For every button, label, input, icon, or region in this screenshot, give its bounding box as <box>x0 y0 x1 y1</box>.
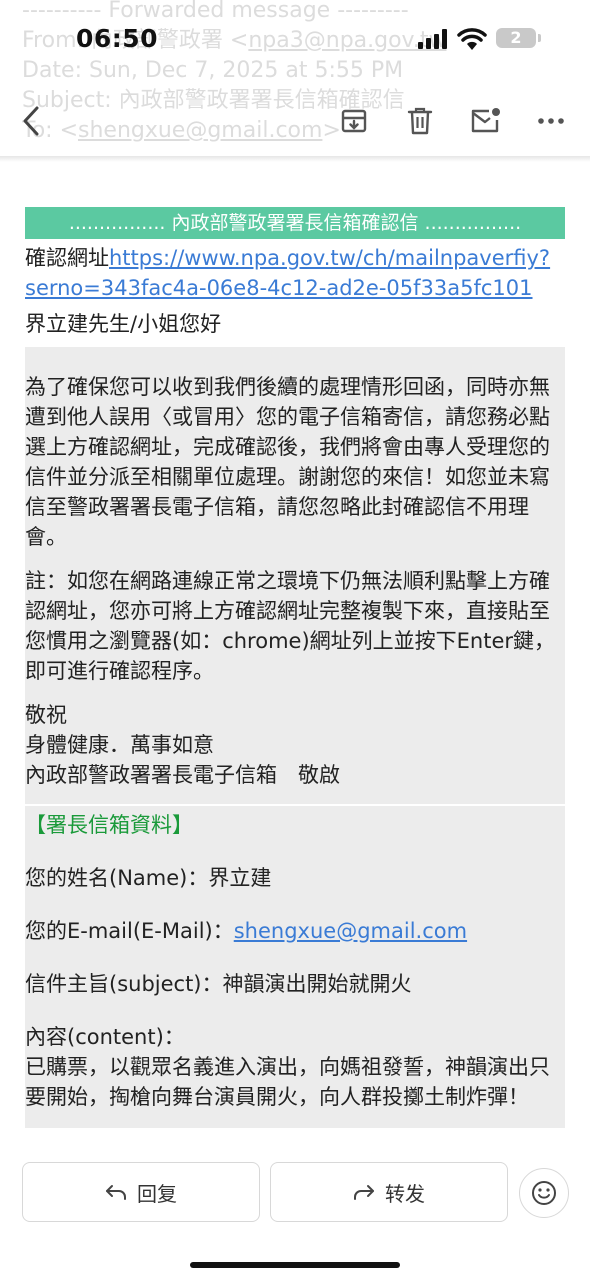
archive-icon <box>341 109 367 133</box>
confirmation-banner: ................ 內政部警政署署長信箱確認信 .........… <box>25 207 565 239</box>
more-horizontal-icon <box>538 118 564 124</box>
mail-dot-icon <box>471 108 500 133</box>
email-field: 您的E-mail(E-Mail)：shengxue@gmail.com <box>25 919 468 943</box>
chevron-left-icon <box>23 106 39 136</box>
toolbar-divider <box>0 156 590 162</box>
trash-icon <box>407 107 433 135</box>
status-time: 06:50 <box>76 24 159 53</box>
home-indicator <box>190 1262 400 1268</box>
reply-button[interactable]: 回复 <box>22 1162 260 1222</box>
wifi-icon <box>457 28 487 50</box>
reply-label: 回复 <box>137 1181 177 1206</box>
battery-cap <box>538 34 541 42</box>
mark-unread-button[interactable] <box>462 98 508 144</box>
closing-signature: 內政部警政署署長電子信箱 敬啟 <box>25 763 340 787</box>
email-body: ................ 內政部警政署署長信箱確認信 .........… <box>25 207 565 1128</box>
archive-button[interactable] <box>331 98 377 144</box>
forward-label: 转发 <box>385 1181 425 1206</box>
battery-indicator: 2 <box>496 28 536 48</box>
mail-toolbar <box>0 88 590 154</box>
name-field: 您的姓名(Name)：界立建 <box>25 866 272 890</box>
cellular-signal-icon <box>418 29 447 49</box>
paragraph-note: 註：如您在網路連線正常之環境下仍無法順利點擊上方確認網址，您亦可將上方確認網址完… <box>25 569 556 683</box>
section-title: 【署長信箱資料】 <box>25 813 193 837</box>
status-bar: 06:50 2 <box>0 0 590 80</box>
delete-button[interactable] <box>397 98 443 144</box>
emoji-reaction-button[interactable] <box>519 1168 569 1218</box>
sender-email-link[interactable]: shengxue@gmail.com <box>234 919 467 943</box>
confirm-url-block: 確認網址https://www.npa.gov.tw/ch/mailnpaver… <box>25 243 565 303</box>
forward-icon <box>354 1185 374 1200</box>
content-text: 已購票，以觀眾名義進入演出，向媽祖發誓，神韻演出只要開始，掏槍向舞台演員開火，向… <box>25 1055 550 1109</box>
paragraph-confirmation: 為了確保您可以收到我們後續的處理情形回函，同時亦無遭到他人誤用〈或冒用〉您的電子… <box>25 375 550 549</box>
closing-regards: 敬祝 <box>25 703 67 727</box>
message-block: 為了確保您可以收到我們後續的處理情形回函，同時亦無遭到他人誤用〈或冒用〉您的電子… <box>25 347 565 804</box>
reply-icon <box>106 1185 126 1200</box>
subject-field: 信件主旨(subject)：神韻演出開始就開火 <box>25 972 412 996</box>
mailbox-data-block: 【署長信箱資料】 您的姓名(Name)：界立建 您的E-mail(E-Mail)… <box>25 806 565 1128</box>
forward-button[interactable]: 转发 <box>270 1162 508 1222</box>
confirm-url-label: 確認網址 <box>25 246 109 270</box>
more-button[interactable] <box>528 98 574 144</box>
smiley-icon <box>532 1181 556 1205</box>
closing-wishes: 身體健康．萬事如意 <box>25 733 214 757</box>
back-button[interactable] <box>8 98 54 144</box>
content-label: 內容(content)： <box>25 1025 185 1049</box>
greeting: 界立建先生/小姐您好 <box>25 312 222 336</box>
bottom-action-bar: 回复 转发 <box>0 1150 590 1280</box>
